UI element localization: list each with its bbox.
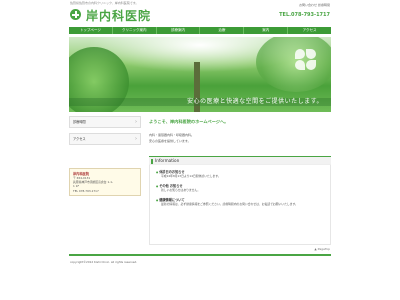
global-navigation: トップページ クリニック案内 診療案内 治療 案内 アクセス [69, 27, 331, 34]
intro-line: 安心の医療を提供しています。 [149, 138, 191, 143]
sidebar-button-access[interactable]: アクセス › [69, 133, 141, 145]
chevron-right-icon: › [135, 119, 137, 125]
sidebar-button-label: 診療時間 [73, 120, 86, 124]
nav-item-medical[interactable]: 診療案内 [157, 27, 201, 34]
hero-foliage-right [256, 37, 331, 92]
header-phone: TEL.078-793-1717 [279, 12, 330, 18]
nav-item-top[interactable]: トップページ [69, 27, 113, 34]
clinic-address-card: 岸内科医院 〒 654-0131 兵庫県神戸市須磨区高倉台 1-1- 1 1F … [69, 168, 141, 196]
header-small-text: お問い合わせ 診療時間 [299, 3, 330, 7]
address-phone: TEL 078-793-1717 [73, 188, 99, 193]
information-heading: Information [149, 156, 331, 165]
news-text: 平成24年8月13日より14日間休診いたします。 [161, 174, 221, 178]
chevron-right-icon: › [135, 136, 137, 142]
nav-item-treatment[interactable]: 治療 [200, 27, 245, 34]
welcome-heading: ようこそ、岸内科医院のホームページへ。 [149, 119, 229, 124]
news-text: 最新の情報は、必ず健康情報をご参照ください。診療時間内のお問い合わせは、お電話で… [161, 202, 298, 206]
hero-banner: 安心の医療と快適な空間をご提供いたします。 [69, 37, 331, 112]
cross-logo-icon [70, 9, 81, 20]
copyright-text: copyright©2012 Kishi Clinic. all rights … [70, 260, 138, 264]
news-item: 休診日のお知らせ 平成24年8月13日より14日間休診いたします。 [156, 169, 324, 178]
sidebar-button-label: アクセス [73, 137, 86, 141]
site-title[interactable]: 岸内科医院 [86, 7, 151, 24]
nav-item-clinic[interactable]: クリニック案内 [113, 27, 157, 34]
site-tagline: 佐賀県佐賀市の内科クリニック、岸内科医院です。 [70, 1, 139, 5]
intro-text: 内科・循環器内科・呼吸器内科。 安心の医療を提供しています。 [149, 133, 331, 144]
sidebar: 診療時間 › アクセス › 岸内科医院 〒 654-0131 兵庫県神戸市須磨区… [69, 116, 141, 196]
page-top-link[interactable]: ▲ PageTop [314, 247, 330, 251]
news-item: その他 お知らせ 新しいお知らせはありません。 [156, 183, 324, 192]
footer-divider [69, 254, 331, 256]
hero-slogan: 安心の医療と快適な空間をご提供いたします。 [187, 98, 323, 105]
sidebar-button-hours[interactable]: 診療時間 › [69, 116, 141, 128]
header-contact: お問い合わせ 診療時間 TEL.078-793-1717 [279, 3, 330, 18]
nav-item-access[interactable]: アクセス [288, 27, 331, 34]
information-box: 休診日のお知らせ 平成24年8月13日より14日間休診いたします。 その他 お知… [149, 165, 331, 245]
news-item: 健康情報について 最新の情報は、必ず健康情報をご参照ください。診療時間内のお問い… [156, 197, 324, 206]
news-text: 新しいお知らせはありません。 [161, 188, 201, 192]
main-content: ようこそ、岸内科医院のホームページへ。 内科・循環器内科・呼吸器内科。 安心の医… [149, 116, 331, 245]
nav-item-guide[interactable]: 案内 [244, 27, 289, 34]
clover-icon [295, 49, 317, 71]
